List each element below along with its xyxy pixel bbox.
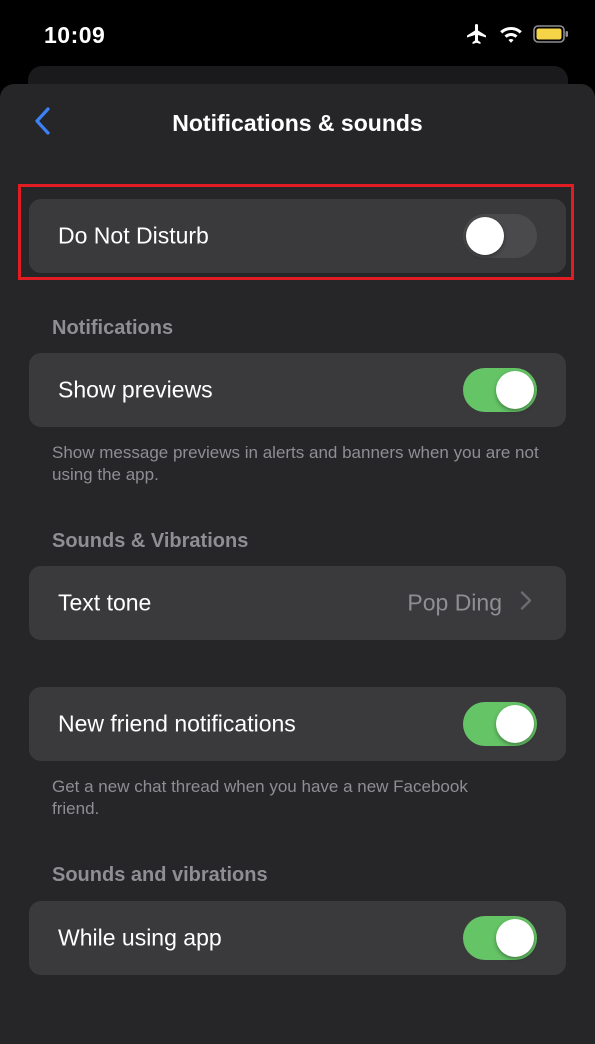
sounds-and-vibrations-section-header: Sounds and vibrations — [52, 864, 268, 886]
new-friend-notifications-row: New friend notifications — [29, 687, 566, 761]
do-not-disturb-toggle[interactable] — [463, 214, 537, 258]
text-tone-label: Text tone — [58, 589, 152, 616]
airplane-icon — [465, 22, 489, 51]
status-bar: 10:09 — [0, 0, 595, 72]
show-previews-toggle[interactable] — [463, 368, 537, 412]
status-time: 10:09 — [44, 22, 106, 48]
new-friend-footnote: Get a new chat thread when you have a ne… — [52, 777, 468, 818]
toggle-knob — [496, 371, 534, 409]
new-friend-notifications-label: New friend notifications — [58, 710, 296, 737]
toggle-knob — [466, 217, 504, 255]
show-previews-label: Show previews — [58, 376, 213, 403]
chevron-right-icon — [520, 591, 532, 616]
while-using-app-row: While using app — [29, 901, 566, 975]
show-previews-footnote: Show message previews in alerts and bann… — [52, 443, 539, 484]
notifications-section-header: Notifications — [52, 317, 174, 339]
nav-bar: Notifications & sounds — [0, 84, 595, 164]
text-tone-value: Pop Ding — [407, 589, 502, 616]
toggle-knob — [496, 919, 534, 957]
text-tone-row[interactable]: Text tone Pop Ding — [29, 566, 566, 640]
new-friend-notifications-toggle[interactable] — [463, 702, 537, 746]
page-title: Notifications & sounds — [172, 110, 423, 136]
battery-icon — [533, 24, 569, 49]
toggle-knob — [496, 705, 534, 743]
do-not-disturb-row: Do Not Disturb — [29, 199, 566, 273]
do-not-disturb-label: Do Not Disturb — [58, 222, 209, 249]
while-using-app-toggle[interactable] — [463, 916, 537, 960]
show-previews-row: Show previews — [29, 353, 566, 427]
while-using-app-label: While using app — [58, 924, 222, 951]
text-tone-value-wrap: Pop Ding — [407, 590, 532, 617]
sounds-vibrations-section-header: Sounds & Vibrations — [52, 530, 249, 552]
wifi-icon — [499, 24, 523, 49]
status-icons — [465, 22, 569, 51]
